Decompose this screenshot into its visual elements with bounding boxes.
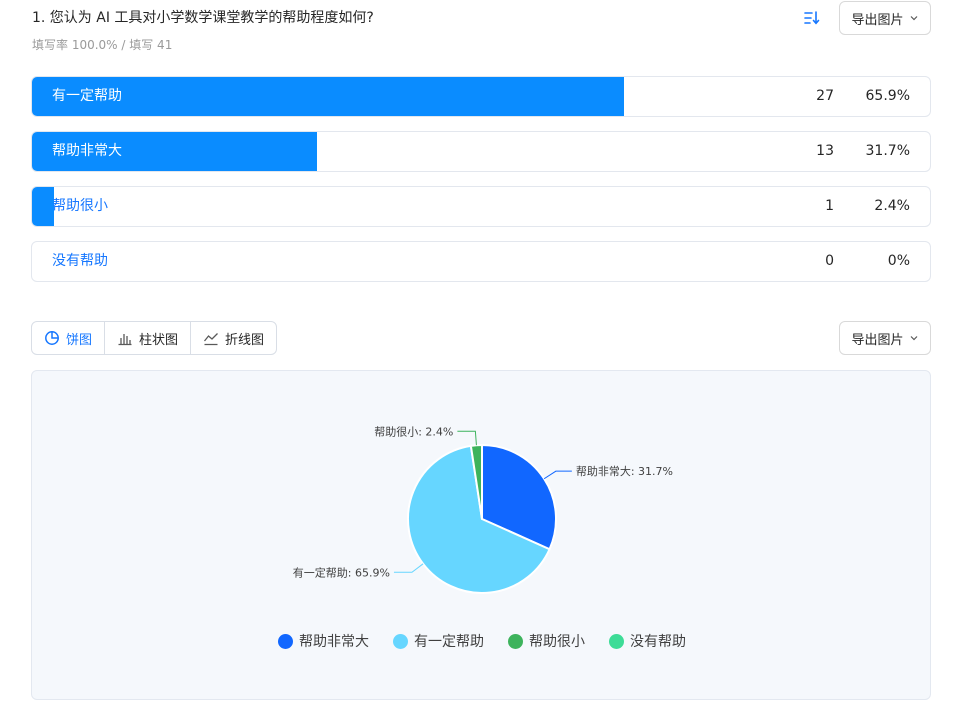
option-count: 0 <box>825 253 834 269</box>
legend-item[interactable]: 帮助很小 <box>508 631 585 651</box>
legend-marker <box>508 633 523 649</box>
legend-item[interactable]: 有一定帮助 <box>393 631 484 651</box>
legend-marker <box>609 633 624 649</box>
tab-bar-chart-label: 柱状图 <box>139 332 179 348</box>
chevron-down-icon <box>910 16 917 21</box>
option-label: 帮助很小 <box>52 198 108 214</box>
option-row: 有一定帮助 27 65.9% <box>31 76 931 117</box>
export-image-label: 导出图片 <box>851 12 904 28</box>
legend-marker <box>278 633 293 649</box>
pie-slice-label: 帮助非常大: 31.7% <box>576 464 673 478</box>
pie-chart: 帮助非常大: 31.7% 有一定帮助: 65.9% 帮助很小: 2.4% <box>293 424 673 594</box>
line-chart-icon <box>204 333 218 346</box>
option-percent: 0% <box>887 253 910 269</box>
option-count: 1 <box>825 198 834 214</box>
tab-pie-chart[interactable]: 饼图 <box>32 322 106 354</box>
tab-line-chart[interactable]: 折线图 <box>191 322 276 354</box>
legend-label: 有一定帮助 <box>414 634 484 650</box>
legend-label: 没有帮助 <box>630 634 686 650</box>
export-image-button-top[interactable]: 导出图片 <box>839 1 931 35</box>
option-row: 帮助非常大 13 31.7% <box>31 131 931 172</box>
option-percent: 2.4% <box>874 198 910 214</box>
chart-legend: 帮助非常大 有一定帮助 帮助很小 没有帮助 <box>32 631 932 651</box>
tab-bar-chart[interactable]: 柱状图 <box>105 322 192 354</box>
legend-label: 帮助很小 <box>529 634 585 650</box>
pie-label-line <box>393 563 424 573</box>
option-count: 13 <box>816 143 834 159</box>
chevron-down-icon <box>910 336 917 341</box>
option-label: 有一定帮助 <box>52 88 122 104</box>
question-title: 1. 您认为 AI 工具对小学数学课堂教学的帮助程度如何? <box>32 10 374 26</box>
pie-chart-icon <box>45 331 59 345</box>
option-label: 帮助非常大 <box>52 143 122 159</box>
tab-pie-chart-label: 饼图 <box>66 332 93 348</box>
option-percent: 31.7% <box>865 143 910 159</box>
chart-panel: 帮助非常大: 31.7% 有一定帮助: 65.9% 帮助很小: 2.4% 帮助非常大… <box>31 370 931 700</box>
bar-chart-icon <box>118 334 132 346</box>
export-image-label: 导出图片 <box>851 332 904 348</box>
pie-slice-label: 有一定帮助: 65.9% <box>293 565 390 579</box>
question-meta: 填写率 100.0% / 填写 41 <box>32 38 173 52</box>
option-label: 没有帮助 <box>52 253 108 269</box>
export-image-button-chart[interactable]: 导出图片 <box>839 321 931 355</box>
option-progress-fill <box>32 187 54 226</box>
pie-label-line <box>543 470 572 480</box>
option-row: 帮助很小 1 2.4% <box>31 186 931 227</box>
pie-label-line <box>457 430 477 446</box>
legend-item[interactable]: 帮助非常大 <box>278 631 369 651</box>
option-percent: 65.9% <box>865 88 910 104</box>
legend-item[interactable]: 没有帮助 <box>609 631 686 651</box>
legend-label: 帮助非常大 <box>299 634 369 650</box>
chart-type-tabs: 饼图 柱状图 折线图 <box>31 321 278 355</box>
pie-slice-label: 帮助很小: 2.4% <box>374 424 453 438</box>
option-count: 27 <box>816 88 834 104</box>
sort-icon[interactable] <box>802 9 820 27</box>
tab-line-chart-label: 折线图 <box>225 332 265 348</box>
option-row: 没有帮助 0 0% <box>31 241 931 282</box>
legend-marker <box>393 633 408 649</box>
